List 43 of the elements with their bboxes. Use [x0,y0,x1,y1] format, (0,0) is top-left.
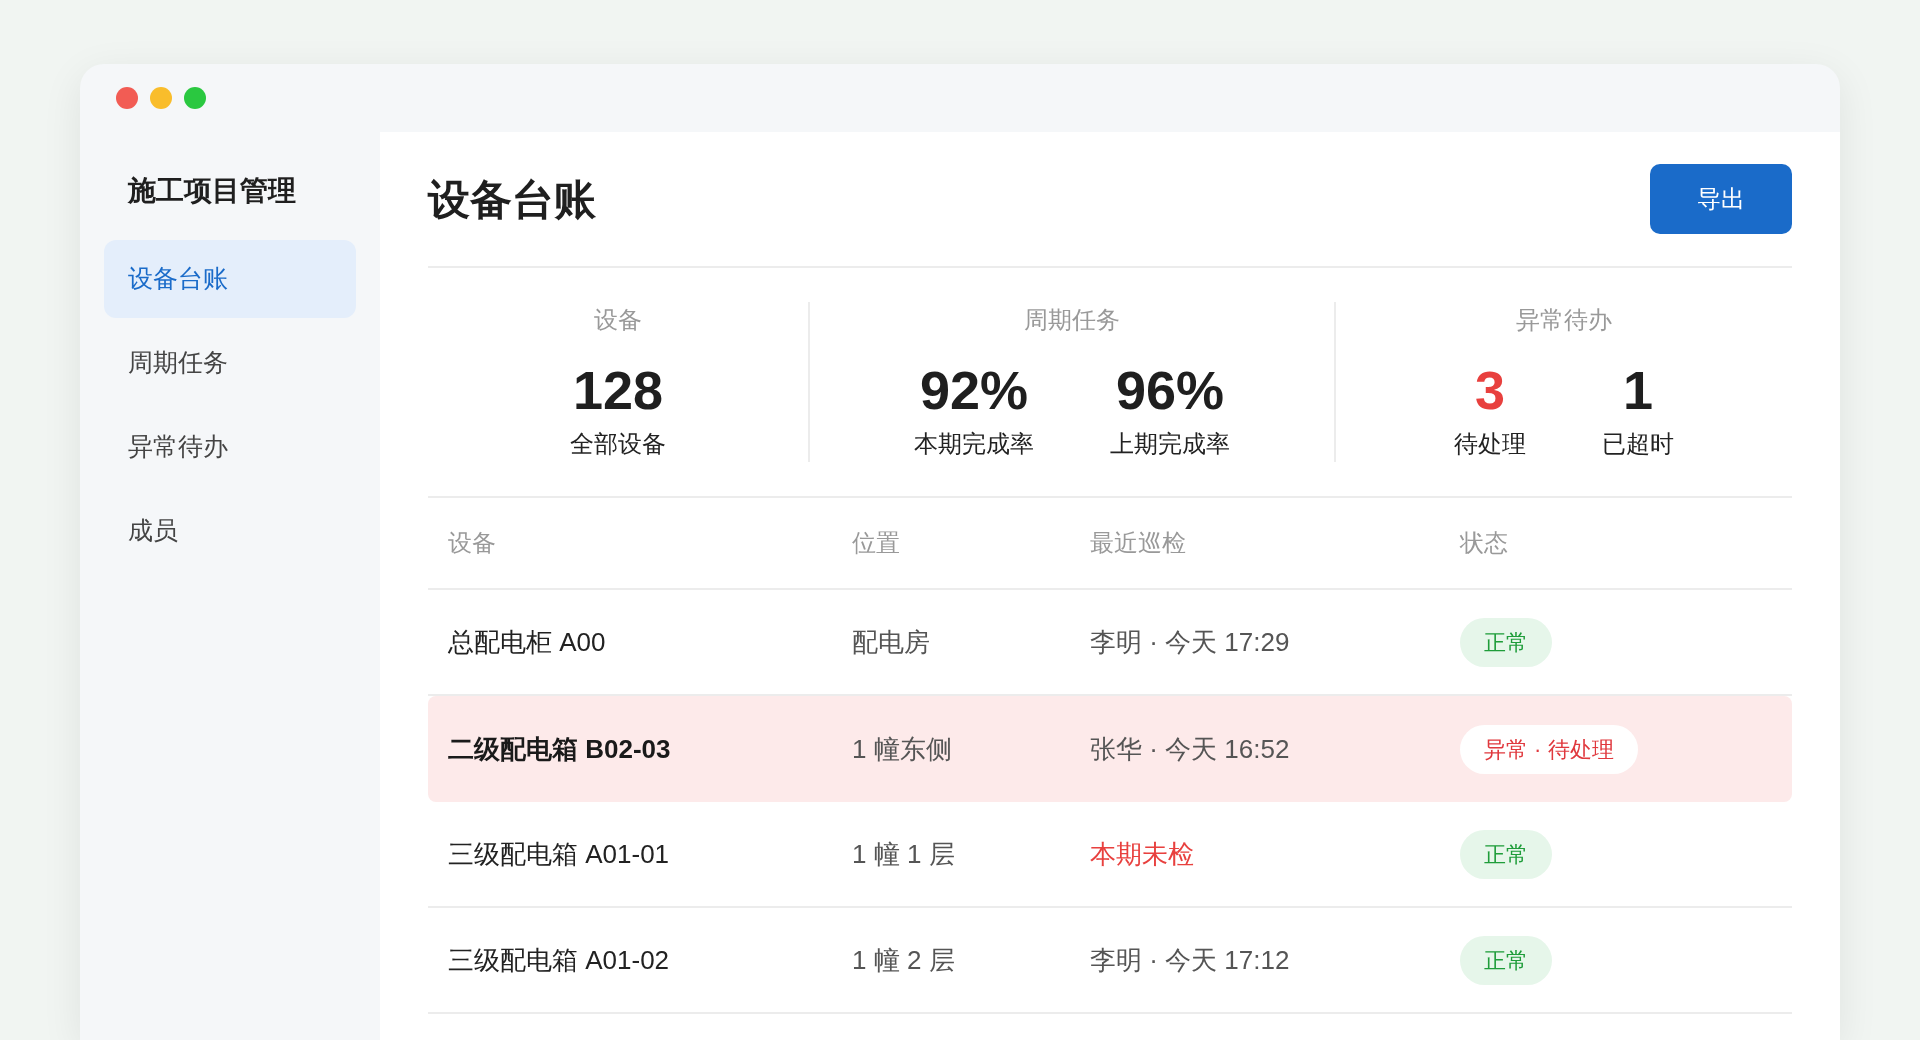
stat-label: 待处理 [1454,429,1526,459]
sidebar-item[interactable]: 异常待办 [104,408,356,486]
stat-value: 128 [572,359,664,422]
column-header: 状态 [1460,528,1508,558]
table-cell: 配电房 [852,626,930,657]
page-title: 设备台账 [428,174,596,225]
table-cell: 三级配电箱 A01-01 [448,838,670,869]
app-title: 施工项目管理 [126,174,297,208]
table-cell: 1 幢东侧 [852,733,952,764]
table-cell: 三级配电箱 A01-02 [448,944,670,975]
table-cell: 李明 · 今天 17:29 [1090,626,1290,657]
table-cell: 本期未检 [1090,838,1194,869]
stat-label: 已超时 [1602,429,1674,459]
stat-value: 92% [919,359,1029,422]
stat-value: 1 [1622,359,1653,422]
sidebar-item[interactable]: 设备台账 [104,240,356,318]
table-row[interactable]: 三级配电箱 A01-01 1 幢 1 层 本期未检 正常 [428,802,1792,908]
sidebar-item[interactable]: 成员 [104,492,356,570]
stat-group-title: 异常待办 [1516,305,1612,335]
stat-value: 96% [1115,359,1225,422]
export-button[interactable]: 导出 [1650,164,1792,234]
stat-label: 全部设备 [570,429,666,459]
stat-value: 3 [1474,359,1505,422]
table-row[interactable]: 三级配电箱 A01-02 1 幢 2 层 李明 · 今天 17:12 正常 [428,908,1792,1014]
status-badge: 异常 · 待处理 [1460,724,1638,774]
stat-group-title: 周期任务 [1024,305,1120,335]
status-badge: 正常 [1460,829,1552,879]
table-cell: 李明 · 今天 17:12 [1090,944,1290,975]
column-header: 设备 [447,528,497,558]
table-cell: 1 幢 1 层 [852,838,955,869]
table-cell: 张华 · 今天 16:52 [1090,733,1290,764]
table-cell: 1 幢 2 层 [852,944,955,975]
column-header: 位置 [852,528,901,558]
stat-group-title: 设备 [594,305,642,335]
highlighted-row[interactable]: 二级配电箱 B02-03 1 幢东侧 张华 · 今天 16:52 异常 · 待处理 [428,696,1792,802]
table-cell: 总配电柜 A00 [448,626,606,657]
status-badge: 正常 [1460,935,1552,985]
stat-label: 本期完成率 [914,429,1034,459]
stat-label: 上期完成率 [1110,429,1230,459]
sidebar-item[interactable]: 周期任务 [104,324,356,402]
status-badge: 正常 [1460,617,1552,667]
column-header: 最近巡检 [1090,528,1187,558]
table-cell: 二级配电箱 B02-03 [448,733,671,764]
